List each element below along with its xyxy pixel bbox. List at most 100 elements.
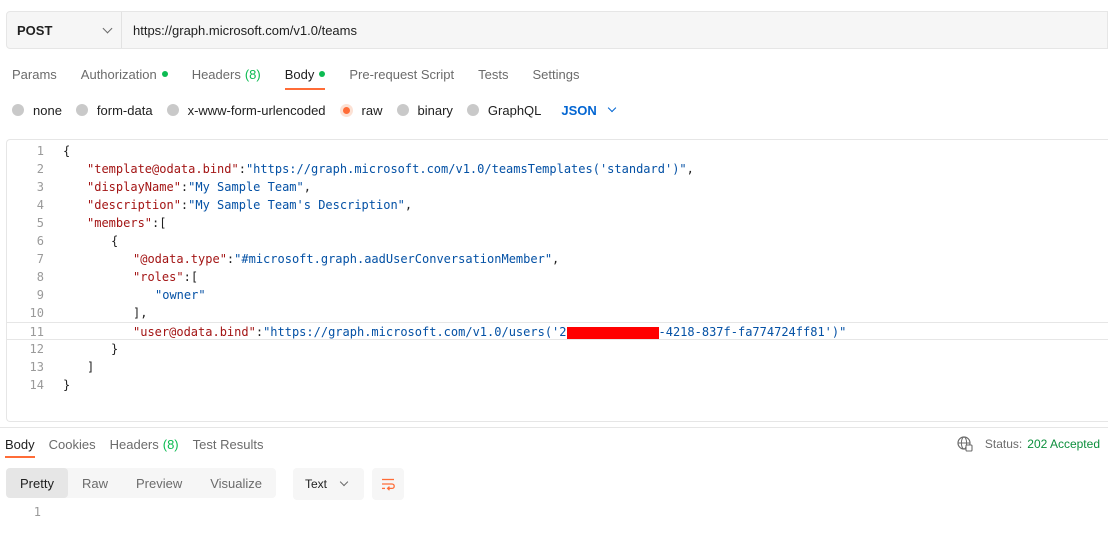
code-line: 9 "owner" bbox=[7, 286, 1108, 304]
pane-divider[interactable] bbox=[0, 427, 1108, 428]
line-number: 1 bbox=[36, 144, 44, 158]
tab-label: Body bbox=[284, 66, 315, 82]
code-text: { bbox=[63, 144, 71, 158]
line-number: 11 bbox=[29, 325, 44, 339]
status-label: Status: bbox=[984, 437, 1023, 451]
view-visualize[interactable]: Visualize bbox=[196, 468, 276, 498]
code-line: 2 "template@odata.bind":"https://graph.mi… bbox=[7, 160, 1108, 178]
tab-authorization[interactable]: Authorization bbox=[69, 60, 180, 88]
json-pair: "roles":[ bbox=[133, 270, 199, 284]
modified-dot-icon bbox=[161, 71, 168, 77]
radio-label: binary bbox=[417, 102, 453, 118]
radio-none[interactable]: none bbox=[12, 103, 62, 118]
line-number: 12 bbox=[29, 342, 44, 356]
format-label: Text bbox=[305, 477, 328, 491]
chevron-down-icon bbox=[339, 477, 349, 487]
view-pretty[interactable]: Pretty bbox=[6, 468, 68, 498]
code-text: "displayName":"My Sample Team", bbox=[87, 178, 311, 196]
tab-body[interactable]: Body bbox=[273, 60, 338, 90]
response-tab-cookies[interactable]: Cookies bbox=[44, 432, 103, 456]
tab-headers[interactable]: Headers (8) bbox=[180, 60, 273, 88]
radio-circle-icon bbox=[75, 104, 88, 116]
json-pair: "user@odata.bind":"https://graph.microso… bbox=[133, 325, 567, 339]
radio-circle-icon bbox=[12, 104, 24, 116]
code-line: 4 "description":"My Sample Team's Descrip… bbox=[7, 196, 1108, 214]
tab-label: Params bbox=[12, 66, 57, 82]
tab-tests[interactable]: Tests bbox=[466, 60, 520, 88]
response-tab-test-results[interactable]: Test Results bbox=[188, 432, 271, 456]
code-text: "user@odata.bind":"https://graph.microso… bbox=[133, 323, 846, 341]
response-tab-body[interactable]: Body bbox=[0, 432, 42, 458]
tab-label: Test Results bbox=[192, 436, 264, 452]
wrap-lines-button[interactable] bbox=[372, 468, 404, 500]
redaction-mark bbox=[566, 326, 659, 339]
code-line: 5 "members":[ bbox=[7, 214, 1108, 232]
view-preview[interactable]: Preview bbox=[122, 468, 196, 498]
code-text: "members":[ bbox=[87, 214, 167, 232]
line-number: 2 bbox=[36, 162, 44, 176]
chevron-down-icon bbox=[102, 23, 113, 33]
wrap-lines-icon bbox=[382, 478, 395, 491]
radio-circle-icon bbox=[396, 104, 409, 116]
code-text: "template@odata.bind":"https://graph.mic… bbox=[87, 160, 694, 178]
json-pair: "displayName":"My Sample Team", bbox=[87, 180, 311, 194]
line-number: 14 bbox=[29, 378, 44, 392]
radio-label: raw bbox=[361, 102, 383, 118]
url-input[interactable]: https://graph.microsoft.com/v1.0/teams bbox=[122, 23, 357, 38]
status-value[interactable]: 202 Accepted bbox=[1027, 437, 1100, 451]
method-select[interactable]: POST bbox=[7, 12, 122, 48]
code-line: 8 "roles":[ bbox=[7, 268, 1108, 286]
radio-binary[interactable]: binary bbox=[396, 102, 453, 118]
json-string: -4218-837f-fa774724ff81')" bbox=[658, 325, 847, 339]
code-text: "roles":[ bbox=[133, 268, 198, 286]
radio-graphql[interactable]: GraphQL bbox=[466, 103, 541, 118]
response-format-select[interactable]: Text bbox=[293, 468, 364, 500]
code-text: { bbox=[111, 234, 119, 248]
response-tab-headers[interactable]: Headers (8) bbox=[105, 432, 186, 456]
body-type-options: none form-data x-www-form-urlencoded raw… bbox=[12, 98, 617, 122]
response-view-toggle: Pretty Raw Preview Visualize bbox=[6, 468, 277, 498]
radio-form-data[interactable]: form-data bbox=[75, 103, 153, 118]
body-editor[interactable]: 1{ 2 "template@odata.bind":"https://graph… bbox=[6, 139, 1108, 422]
line-number: 8 bbox=[36, 270, 44, 284]
tab-count: (8) bbox=[244, 66, 261, 82]
response-tabs: Body Cookies Headers (8) Test Results bbox=[0, 432, 272, 458]
code-line: 6{ bbox=[7, 232, 1108, 250]
line-number: 13 bbox=[29, 360, 44, 374]
chevron-down-icon bbox=[607, 103, 617, 113]
radio-circle-icon bbox=[466, 104, 479, 116]
code-line: 1{ bbox=[7, 142, 1108, 160]
radio-label: x-www-form-urlencoded bbox=[187, 102, 326, 118]
line-number: 10 bbox=[29, 306, 44, 320]
view-raw[interactable]: Raw bbox=[68, 468, 122, 498]
globe-icon[interactable] bbox=[957, 436, 973, 452]
code-line: 14} bbox=[7, 376, 1108, 394]
modified-dot-icon bbox=[319, 71, 326, 77]
code-text: } bbox=[111, 342, 119, 356]
language-select[interactable]: JSON bbox=[561, 103, 617, 118]
radio-x-www-form-urlencoded[interactable]: x-www-form-urlencoded bbox=[166, 102, 326, 118]
code-text: "@odata.type":"#microsoft.graph.aadUserC… bbox=[133, 250, 559, 268]
radio-raw[interactable]: raw bbox=[339, 102, 383, 118]
tab-label: Authorization bbox=[80, 66, 157, 82]
tab-label: Headers bbox=[109, 436, 159, 452]
json-key: "template@odata.bind":"https://graph.mic… bbox=[87, 162, 694, 176]
code-line: 13] bbox=[7, 358, 1108, 376]
radio-label: none bbox=[33, 102, 62, 118]
code-line: 7 "@odata.type":"#microsoft.graph.aadUser… bbox=[7, 250, 1108, 268]
tab-settings[interactable]: Settings bbox=[520, 60, 591, 88]
line-number: 6 bbox=[36, 234, 44, 248]
tab-pre-request-script[interactable]: Pre-request Script bbox=[337, 60, 466, 88]
code-line: 10], bbox=[7, 304, 1108, 322]
radio-circle-icon bbox=[166, 104, 179, 116]
tab-label: Body bbox=[5, 436, 35, 452]
tab-label: Cookies bbox=[48, 436, 96, 452]
tab-label: Settings bbox=[532, 66, 580, 82]
radio-selected-icon bbox=[339, 103, 353, 117]
code-text: "owner" bbox=[155, 288, 206, 302]
code-line-current: 11 "user@odata.bind":"https://graph.micro… bbox=[7, 322, 1108, 340]
tab-label: Tests bbox=[478, 66, 509, 82]
tab-count: (8) bbox=[162, 436, 179, 452]
tab-params[interactable]: Params bbox=[0, 60, 69, 88]
json-pair: "members":[ bbox=[87, 216, 167, 230]
